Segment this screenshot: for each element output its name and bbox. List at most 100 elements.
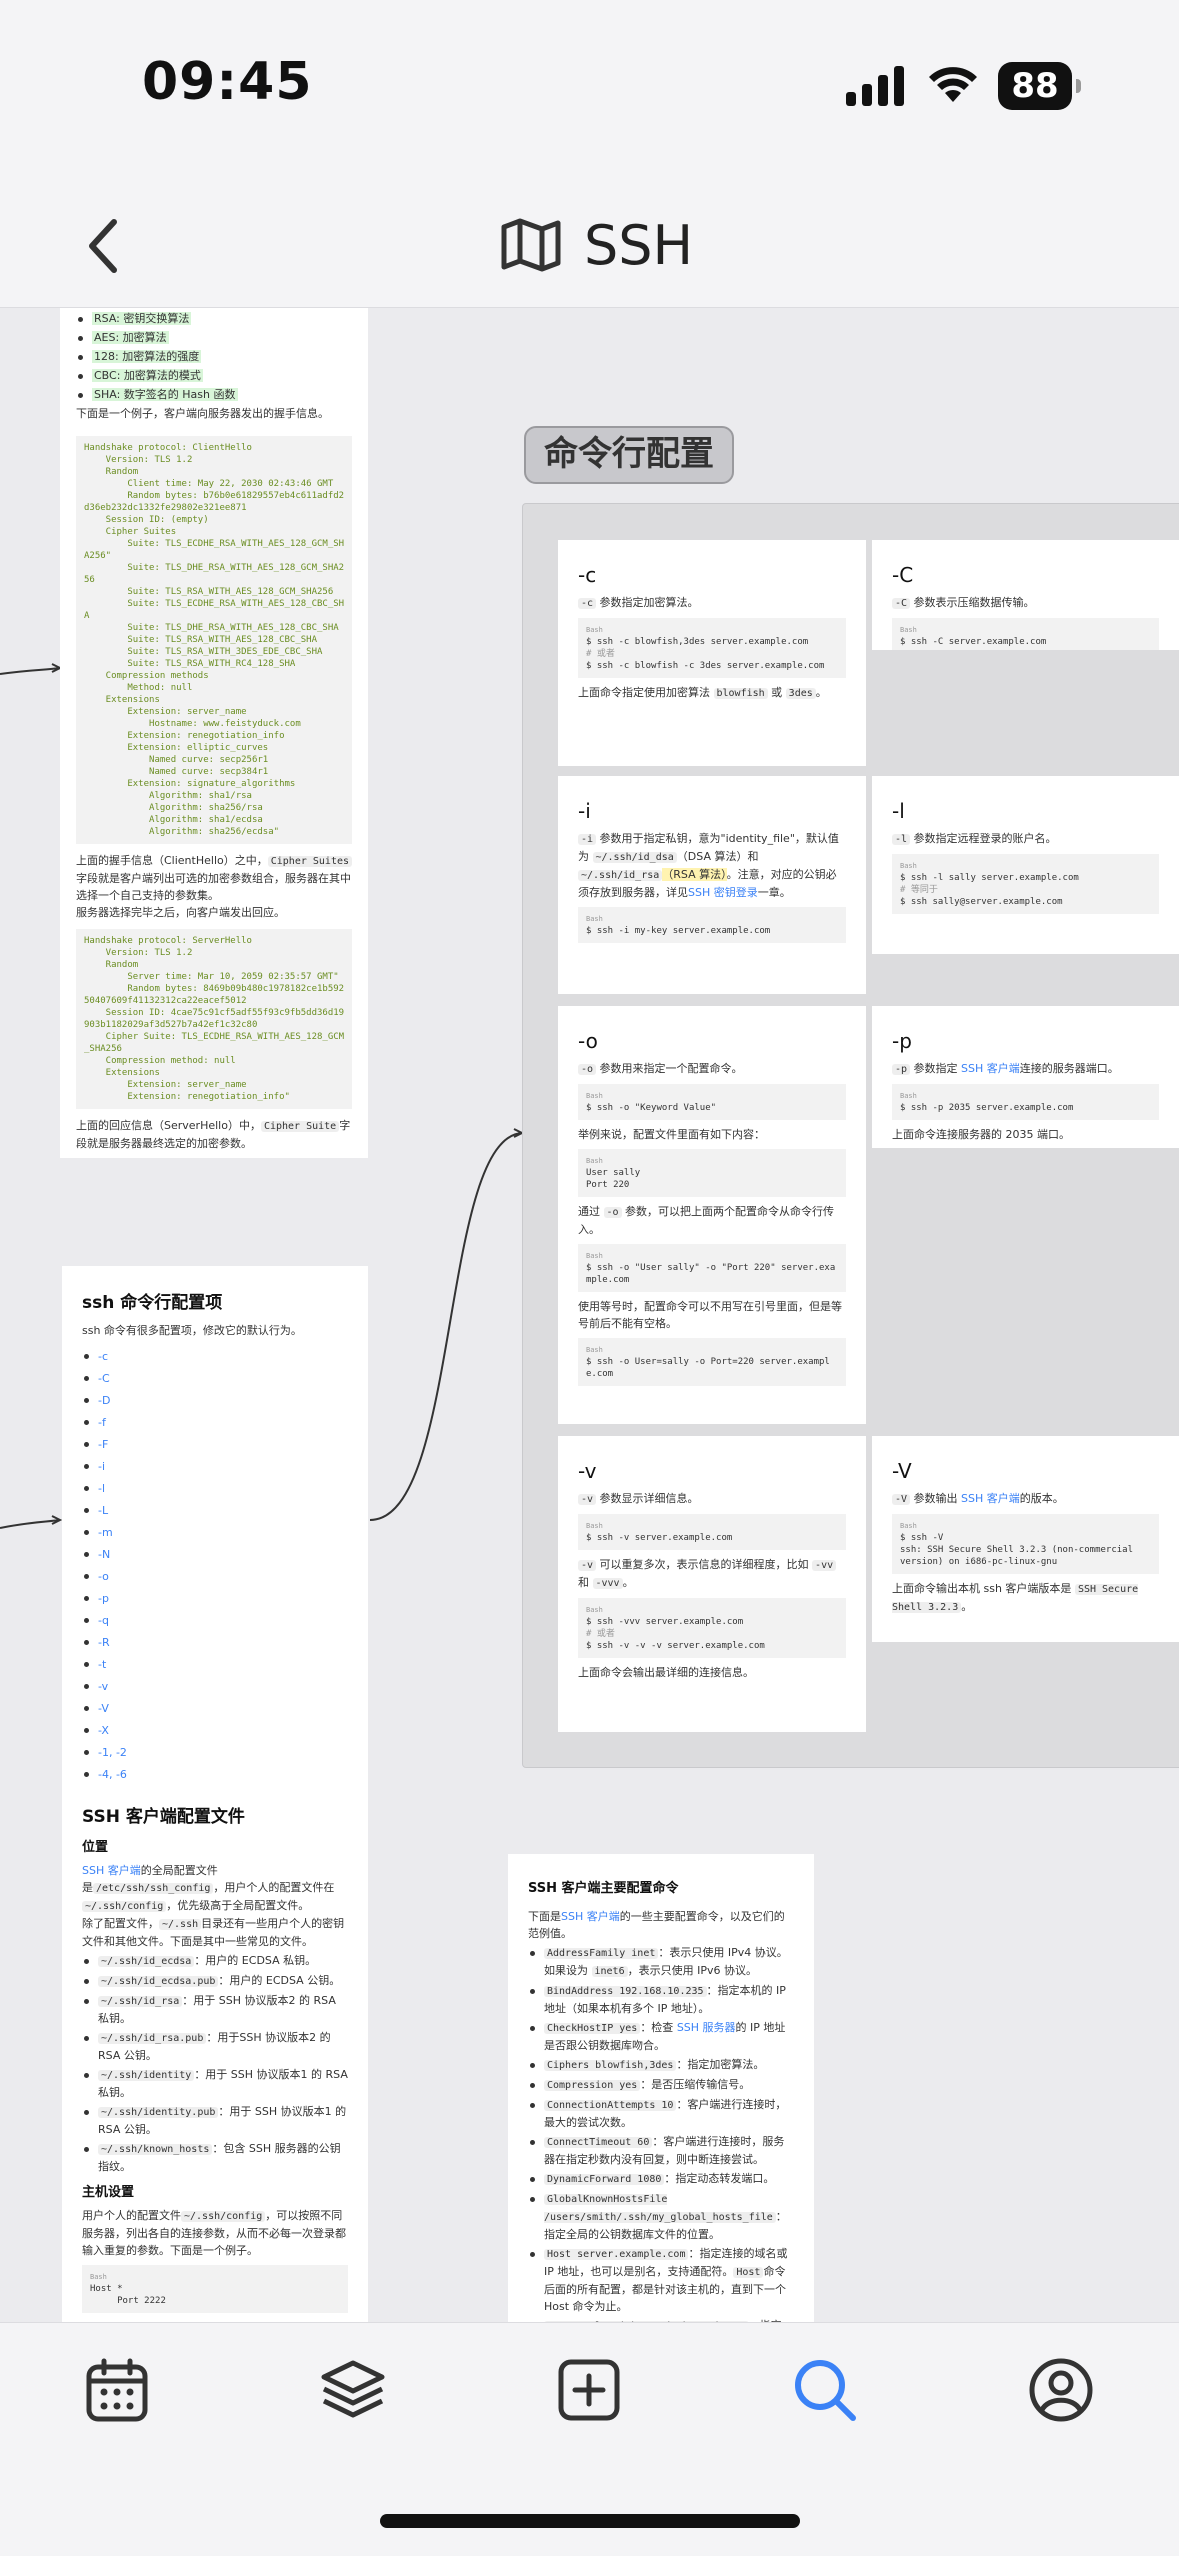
option-link-item[interactable]: -L [82, 1501, 348, 1521]
option-link-item[interactable]: -D [82, 1391, 348, 1411]
handshake-mid3: 服务器选择完毕之后，向客户端发出回应。 [76, 906, 285, 919]
option-code: Bash $ ssh -V ssh: SSH Secure Shell 3.2.3… [892, 1514, 1159, 1574]
options-title: ssh 命令行配置项 [82, 1293, 223, 1313]
option-code: Bash $ ssh -p 2035 server.example.com [892, 1084, 1159, 1120]
page-title: SSH [584, 213, 694, 277]
option-title: -c [578, 563, 597, 587]
search-icon[interactable] [792, 2357, 858, 2423]
option-link-item[interactable]: -1, -2 [82, 1743, 348, 1763]
host-heading: 主机设置 [82, 2185, 135, 2200]
option-link-item[interactable]: -F [82, 1435, 348, 1455]
handshake-bullets: RSA: 密钥交换算法 AES: 加密算法 128: 加密算法的强度 CBC: … [76, 310, 352, 403]
status-bar: 09:45 88 [0, 0, 1179, 180]
calendar-icon[interactable] [84, 2357, 150, 2423]
client-config-card[interactable]: SSH 客户端配置文件 位置 SSH 客户端的全局配置文件是/etc/ssh/s… [62, 1782, 368, 2322]
list-item: ~/.ssh/id_rsa.pub ：用于SSH 协议版本2 的 RSA 公钥。 [82, 2029, 348, 2064]
cellular-signal-icon [846, 66, 904, 106]
list-item: 128: 加密算法的强度 [92, 350, 202, 363]
option-code: Bash $ ssh -i my-key server.example.com [578, 907, 846, 943]
main-commands-title: SSH 客户端主要配置命令 [528, 1881, 679, 1896]
handshake-end: 上面的回应信息（ServerHello）中， Cipher Suite 字段就是服务… [76, 1119, 351, 1150]
profile-icon[interactable] [1028, 2357, 1094, 2423]
option-link-item[interactable]: -i [82, 1457, 348, 1477]
list-item: Compression yes ：是否压缩传输信号。 [528, 2076, 794, 2094]
option-card-V[interactable]: -V -V 参数输出 SSH 客户端的版本。 Bash $ ssh -V ssh:… [872, 1436, 1179, 1642]
location-heading: 位置 [82, 1840, 109, 1855]
option-link-item[interactable]: -f [82, 1413, 348, 1433]
options-list: -c -C -D -f -F -i -l -L -m -N -o -p -q -R -t -v -V -X -1, … [82, 1347, 348, 1785]
ssh-client-link[interactable]: SSH 客户端 [961, 1492, 1020, 1505]
list-item: ~/.ssh/id_rsa ：用于 SSH 协议版本2 的 RSA 私钥。 [82, 1992, 348, 2027]
option-code: Bash $ ssh -C server.example.com [892, 618, 1159, 650]
nav-bar: SSH [0, 180, 1179, 308]
client-hello-code: Handshake protocol: ClientHello Version:… [76, 436, 352, 844]
battery-indicator: 88 [998, 62, 1081, 110]
options-desc: ssh 命令有很多配置项，修改它的默认行为。 [82, 1324, 302, 1337]
ssh-key-login-link[interactable]: SSH 密钥登录 [688, 886, 758, 899]
option-link-item[interactable]: -X [82, 1721, 348, 1741]
option-link-item[interactable]: -l [82, 1479, 348, 1499]
option-code: Bash $ ssh -vvv server.example.com # 或者 $… [578, 1598, 846, 1658]
option-link-item[interactable]: -v [82, 1677, 348, 1697]
client-config-title: SSH 客户端配置文件 [82, 1807, 245, 1827]
group-title: 命令行配置 [524, 426, 734, 484]
main-commands-intro: 下面是SSH 客户端的一些主要配置命令，以及它们的范例值。 [528, 1910, 785, 1940]
option-code: Bash $ ssh -l sally server.example.com # … [892, 854, 1159, 914]
option-code: Bash $ ssh -c blowfish,3des server.exampl… [578, 618, 846, 678]
option-link-item[interactable]: -V [82, 1699, 348, 1719]
option-card-i[interactable]: -i -i 参数用于指定私钥，意为"identity_file"，默认值为 ~/… [558, 776, 866, 994]
option-link-item[interactable]: -c [82, 1347, 348, 1367]
home-indicator[interactable] [380, 2514, 800, 2528]
option-code: Bash $ ssh -o User=sally -o Port=220 serv… [578, 1338, 846, 1386]
option-link-item[interactable]: -R [82, 1633, 348, 1653]
option-link-item[interactable]: -N [82, 1545, 348, 1565]
list-item: BindAddress 192.168.10.235 ：指定本机的 IP 地址（如… [528, 1982, 794, 2017]
layers-icon[interactable] [320, 2357, 386, 2423]
list-item: CBC: 加密算法的模式 [92, 369, 203, 382]
option-link-item[interactable]: -q [82, 1611, 348, 1631]
option-card-v[interactable]: -v -v 参数显示详细信息。 Bash $ ssh -v server.exam… [558, 1436, 866, 1732]
main-commands-card[interactable]: SSH 客户端主要配置命令 下面是SSH 客户端的一些主要配置命令，以及它们的范… [508, 1854, 814, 2322]
list-item: Ciphers blowfish,3des ：指定加密算法。 [528, 2056, 794, 2074]
list-item: ConnectionAttempts 10 ：客户端进行连接时，最大的尝试次数。 [528, 2096, 794, 2131]
option-card-l[interactable]: -l -l 参数指定远程登录的账户名。 Bash $ ssh -l sally s… [872, 776, 1179, 954]
files-list: ~/.ssh/id_ecdsa ：用户的 ECDSA 私钥。 ~/.ssh/id_e… [82, 1952, 348, 2175]
files-para: 除了配置文件， ~/.ssh 目录还有一些用户个人的密钥文件和其他文件。下面是其中一… [82, 1917, 345, 1948]
list-item: ~/.ssh/id_ecdsa.pub ：用户的 ECDSA 公钥。 [82, 1972, 348, 1990]
option-link-item[interactable]: -p [82, 1589, 348, 1609]
option-title: -V [892, 1459, 912, 1483]
list-item: CheckHostIP yes ：检查 SSH 服务器的 IP 地址是否跟公钥数据… [528, 2019, 794, 2054]
option-link-item[interactable]: -m [82, 1523, 348, 1543]
add-square-icon[interactable] [556, 2357, 622, 2423]
option-link-item[interactable]: -o [82, 1567, 348, 1587]
server-hello-code: Handshake protocol: ServerHello Version:… [76, 929, 352, 1109]
list-item: RSA: 密钥交换算法 [92, 312, 192, 325]
config-code: Bash User sally Port 220 [578, 1149, 846, 1197]
host-code: Bash Host * Port 2222 [82, 2265, 348, 2313]
list-item: ConnectTimeout 60 ：客户端进行连接时，服务器在指定秒数内没有回复… [528, 2133, 794, 2168]
list-item: ~/.ssh/id_ecdsa ：用户的 ECDSA 私钥。 [82, 1952, 348, 1970]
option-title: -v [578, 1459, 597, 1483]
handshake-card[interactable]: RSA: 密钥交换算法 AES: 加密算法 128: 加密算法的强度 CBC: … [60, 308, 368, 1158]
ssh-server-link[interactable]: SSH 服务器 [677, 2021, 736, 2034]
list-item: ~/.ssh/identity ：用于 SSH 协议版本1 的 RSA 私钥。 [82, 2066, 348, 2101]
location-para: SSH 客户端的全局配置文件是/etc/ssh/ssh_config ，用户个人的… [82, 1864, 335, 1912]
ssh-client-link[interactable]: SSH 客户端 [561, 1910, 620, 1923]
mindmap-canvas[interactable]: RSA: 密钥交换算法 AES: 加密算法 128: 加密算法的强度 CBC: … [0, 308, 1179, 2322]
list-item: DynamicForward 1080 ：指定动态转发端口。 [528, 2170, 794, 2188]
wifi-icon [929, 67, 977, 102]
option-code: Bash $ ssh -v server.example.com [578, 1514, 846, 1550]
chevron-left-icon[interactable] [84, 216, 124, 276]
handshake-intro: 下面是一个例子，客户端向服务器发出的握手信息。 [76, 407, 329, 420]
option-title: -p [892, 1029, 912, 1053]
option-card-c[interactable]: -c -c 参数指定加密算法。 Bash $ ssh -c blowfish,3d… [558, 540, 866, 766]
ssh-client-link[interactable]: SSH 客户端 [82, 1864, 141, 1877]
option-link-item[interactable]: -t [82, 1655, 348, 1675]
option-card-o[interactable]: -o -o 参数用来指定一个配置命令。 Bash $ ssh -o "Keywor… [558, 1006, 866, 1424]
option-title: -C [892, 563, 914, 587]
option-card-C[interactable]: -C -C 参数表示压缩数据传输。 Bash $ ssh -C server.ex… [872, 540, 1179, 650]
option-code: Bash $ ssh -o "Keyword Value" [578, 1084, 846, 1120]
option-card-p[interactable]: -p -p 参数指定 SSH 客户端连接的服务器端口。 Bash $ ssh -p… [872, 1006, 1179, 1148]
option-link-item[interactable]: -C [82, 1369, 348, 1389]
ssh-client-link[interactable]: SSH 客户端 [961, 1062, 1020, 1075]
